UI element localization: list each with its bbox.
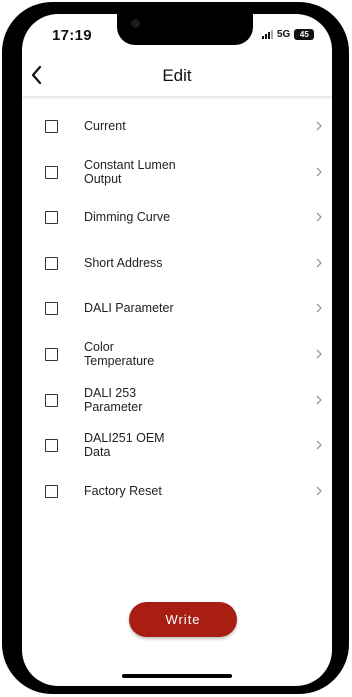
item-label: Short Address <box>84 256 163 270</box>
list-item-current[interactable]: Current <box>22 104 332 148</box>
battery-level: 45 <box>299 30 309 39</box>
checkbox[interactable] <box>45 394 58 407</box>
item-label: Current <box>84 119 126 133</box>
chevron-right-icon <box>316 486 322 496</box>
chevron-right-icon <box>316 440 322 450</box>
list-item-dali-parameter[interactable]: DALI Parameter <box>22 286 332 330</box>
item-label: DALI251 OEM Data <box>84 431 165 459</box>
checkbox[interactable] <box>45 120 58 133</box>
item-label: Constant Lumen Output <box>84 158 176 186</box>
camera-icon <box>131 19 140 28</box>
list-item-short-address[interactable]: Short Address <box>22 241 332 285</box>
page-title: Edit <box>162 66 192 85</box>
list-item-factory-reset[interactable]: Factory Reset <box>22 469 332 513</box>
chevron-right-icon <box>316 303 322 313</box>
app-header: Edit <box>22 56 332 96</box>
home-indicator[interactable] <box>122 674 232 678</box>
network-type: 5G <box>277 29 291 40</box>
list-item-dimming-curve[interactable]: Dimming Curve <box>22 195 332 239</box>
list-item-dali251-oem-data[interactable]: DALI251 OEM Data <box>22 423 332 467</box>
notch <box>117 14 253 45</box>
checkbox[interactable] <box>45 166 58 179</box>
chevron-right-icon <box>316 121 322 131</box>
chevron-right-icon <box>316 349 322 359</box>
chevron-right-icon <box>316 395 322 405</box>
item-label: Factory Reset <box>84 484 162 498</box>
checkbox[interactable] <box>45 211 58 224</box>
item-label: Dimming Curve <box>84 210 171 224</box>
list-item-dali-253-parameter[interactable]: DALI 253 Parameter <box>22 378 332 422</box>
checkbox[interactable] <box>45 485 58 498</box>
write-button[interactable]: Write <box>129 602 237 637</box>
signal-icon <box>262 30 273 39</box>
list-item-color-temperature[interactable]: Color Temperature <box>22 332 332 376</box>
checkbox[interactable] <box>45 439 58 452</box>
item-label: Color Temperature <box>84 340 155 368</box>
chevron-right-icon <box>316 258 322 268</box>
battery-icon: 45 <box>294 29 315 40</box>
chevron-right-icon <box>316 212 322 222</box>
app-screen: 17:19 5G 45 Edit Current Constant Lumen … <box>22 14 332 686</box>
item-label: DALI Parameter <box>84 301 174 315</box>
phone-frame: 17:19 5G 45 Edit Current Constant Lumen … <box>2 2 349 694</box>
checkbox[interactable] <box>45 348 58 361</box>
list-item-constant-lumen-output[interactable]: Constant Lumen Output <box>22 150 332 194</box>
chevron-right-icon <box>316 167 322 177</box>
status-time: 17:19 <box>52 27 92 44</box>
item-label: DALI 253 Parameter <box>84 386 143 414</box>
checkbox[interactable] <box>45 257 58 270</box>
checkbox[interactable] <box>45 302 58 315</box>
status-indicators: 5G 45 <box>262 29 315 40</box>
